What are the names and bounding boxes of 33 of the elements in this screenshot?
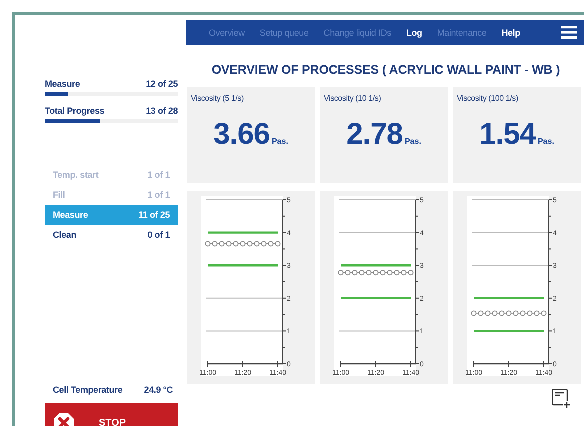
step-item[interactable]: Measure 11 of 25 <box>45 205 178 225</box>
progress-count: 12 of 25 <box>146 79 178 89</box>
card-unit: Pas. <box>404 137 422 146</box>
add-note-icon[interactable] <box>552 389 570 409</box>
card-label: Viscosity (10 1/s) <box>324 94 382 103</box>
progress-label: Measure <box>45 79 80 89</box>
card-value: 2.78 <box>346 118 403 152</box>
card-label: Viscosity (5 1/s) <box>191 94 245 103</box>
step-item[interactable]: Clean 0 of 1 <box>45 225 178 245</box>
step-item[interactable]: Fill 1 of 1 <box>45 185 178 205</box>
nav-link[interactable]: Log <box>406 28 422 38</box>
page-title: OVERVIEW OF PROCESSES ( ACRYLIC WALL PAINT - WB ) <box>210 63 562 77</box>
limit-line <box>208 264 278 267</box>
stop-button[interactable]: STOP <box>45 403 178 426</box>
card-label: Viscosity (100 1/s) <box>457 94 520 103</box>
limit-line <box>474 297 544 300</box>
cell-temperature-value: 24.9 °C <box>144 385 173 395</box>
limit-line <box>341 264 411 267</box>
nav-link[interactable]: Help <box>502 28 520 38</box>
progress-label: Total Progress <box>45 106 105 116</box>
card-value: 1.54 <box>480 118 536 152</box>
step-item[interactable]: Temp. start 1 of 1 <box>45 165 178 185</box>
card-value: 3.66 <box>214 118 270 152</box>
card-unit: Pas. <box>538 137 554 146</box>
progress-count: 13 of 28 <box>146 106 178 116</box>
limit-line <box>208 232 278 234</box>
card-unit: Pas. <box>272 137 288 146</box>
limit-line <box>341 297 411 300</box>
menu-icon[interactable] <box>561 26 578 39</box>
cell-temperature-label: Cell Temperature <box>53 385 123 395</box>
series-line <box>474 313 544 314</box>
series-line <box>340 272 412 274</box>
limit-line <box>474 330 544 332</box>
